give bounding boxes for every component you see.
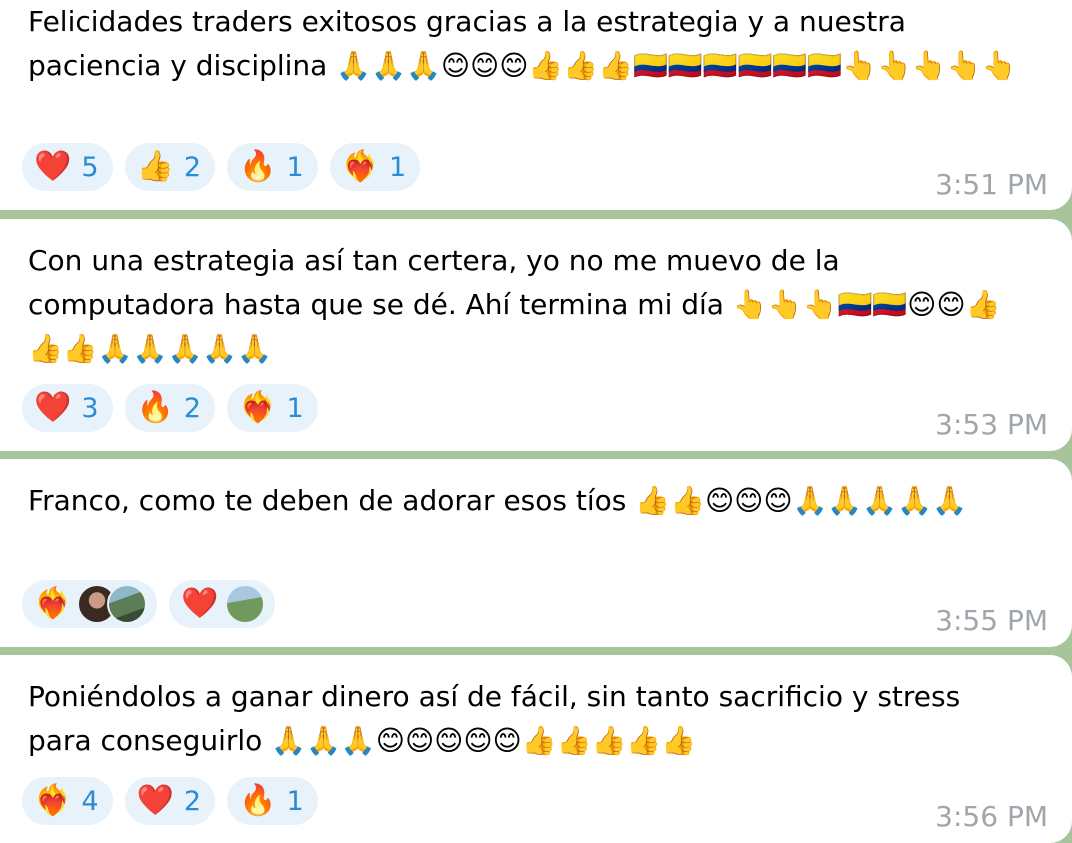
heart-on-fire-icon: ❤️‍🔥 xyxy=(34,783,72,818)
message-text: Con una estrategia así tan certera, yo n… xyxy=(28,244,1001,365)
reaction-fire[interactable]: 🔥 1 xyxy=(227,143,318,191)
thumbs-up-icon: 👍 xyxy=(136,149,174,184)
reaction-count: 5 xyxy=(81,151,99,183)
avatar xyxy=(107,584,148,624)
reactions-bar: ❤️‍🔥 4 ❤️ 2 🔥 1 xyxy=(22,777,318,825)
reaction-heart[interactable]: ❤️ xyxy=(169,580,275,628)
reaction-heart-on-fire[interactable]: ❤️‍🔥 xyxy=(22,580,158,628)
heart-icon: ❤️ xyxy=(181,586,219,621)
message-text: Felicidades traders exitosos gracias a l… xyxy=(28,5,1017,82)
fire-icon: 🔥 xyxy=(239,783,277,818)
reaction-count: 2 xyxy=(183,392,202,424)
reaction-fire[interactable]: 🔥 1 xyxy=(227,777,318,825)
reactions-bar: ❤️ 3 🔥 2 ❤️‍🔥 1 xyxy=(22,384,318,432)
reaction-heart-on-fire[interactable]: ❤️‍🔥 1 xyxy=(329,143,421,191)
reaction-count: 2 xyxy=(183,785,202,817)
reaction-heart-on-fire[interactable]: ❤️‍🔥 1 xyxy=(227,384,318,432)
heart-on-fire-icon: ❤️‍🔥 xyxy=(34,586,72,621)
message-timestamp: 3:53 PM xyxy=(935,408,1048,441)
reaction-count: 1 xyxy=(286,785,304,817)
reaction-count: 1 xyxy=(389,151,407,183)
message-timestamp: 3:51 PM xyxy=(935,168,1048,201)
reaction-heart[interactable]: ❤️ 3 xyxy=(22,384,113,432)
reaction-fire[interactable]: 🔥 2 xyxy=(124,384,216,432)
message-text: Poniéndolos a ganar dinero así de fácil,… xyxy=(28,680,970,757)
avatar xyxy=(224,584,265,624)
reaction-heart[interactable]: ❤️ 2 xyxy=(124,777,216,825)
reaction-count: 1 xyxy=(286,151,304,183)
reaction-count: 4 xyxy=(81,785,99,817)
chat-history[interactable]: Felicidades traders exitosos gracias a l… xyxy=(0,0,1072,843)
message-timestamp: 3:56 PM xyxy=(935,800,1048,833)
heart-icon: ❤️ xyxy=(136,783,174,818)
reaction-count: 1 xyxy=(286,392,304,424)
reactions-bar: ❤️ 5 👍 2 🔥 1 ❤️‍🔥 1 xyxy=(22,143,421,191)
heart-icon: ❤️ xyxy=(34,390,72,425)
heart-icon: ❤️ xyxy=(34,149,72,184)
message-timestamp: 3:55 PM xyxy=(935,604,1048,637)
reaction-thumbs-up[interactable]: 👍 2 xyxy=(124,143,216,191)
reaction-heart[interactable]: ❤️ 5 xyxy=(22,143,113,191)
reaction-count: 3 xyxy=(81,392,99,424)
fire-icon: 🔥 xyxy=(239,149,277,184)
heart-on-fire-icon: ❤️‍🔥 xyxy=(239,390,277,425)
message-text: Franco, como te deben de adorar esos tío… xyxy=(28,484,967,517)
reaction-heart-on-fire[interactable]: ❤️‍🔥 4 xyxy=(22,777,113,825)
heart-on-fire-icon: ❤️‍🔥 xyxy=(341,149,379,184)
reactions-bar: ❤️‍🔥 ❤️ xyxy=(22,580,275,628)
reaction-count: 2 xyxy=(183,151,202,183)
fire-icon: 🔥 xyxy=(136,390,174,425)
